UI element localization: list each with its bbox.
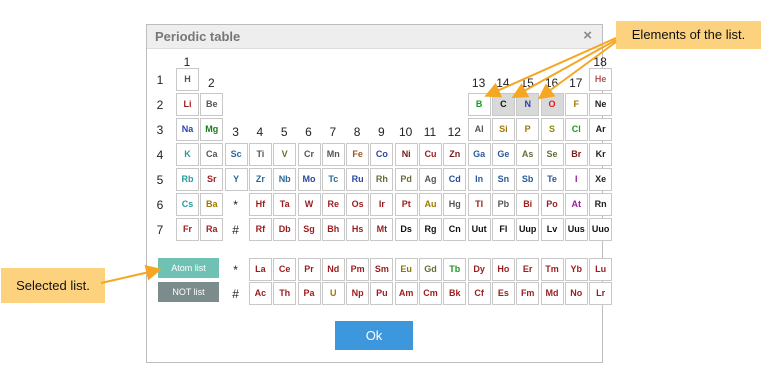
arrow-to-nitrogen bbox=[511, 39, 617, 98]
callout-arrows bbox=[100, 37, 617, 284]
arrow-to-oxygen bbox=[537, 41, 617, 100]
arrow-to-atom-list bbox=[100, 264, 162, 284]
arrow-to-carbon bbox=[484, 37, 617, 98]
